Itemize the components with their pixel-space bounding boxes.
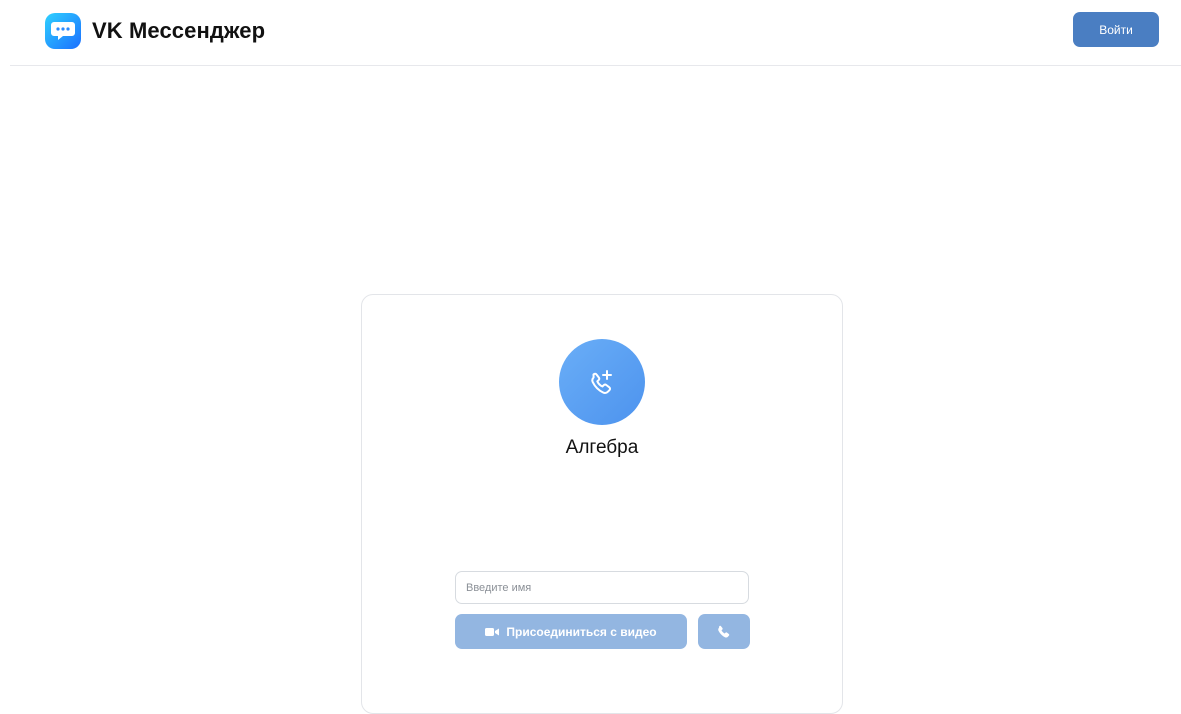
app-logo[interactable]: VK Мессенджер	[45, 13, 265, 49]
phone-icon	[718, 625, 730, 637]
top-bar: VK Мессенджер Войти	[0, 0, 1181, 66]
call-title: Алгебра	[565, 437, 639, 458]
phone-plus-icon	[591, 370, 612, 394]
join-with-video-label: Присоединиться с видео	[506, 624, 657, 639]
app-title: VK Мессенджер	[92, 18, 266, 43]
name-input[interactable]	[455, 571, 749, 604]
join-call-card: Алгебра Присоединиться с видео	[361, 294, 843, 714]
call-avatar	[559, 339, 645, 425]
vk-messenger-logo-icon	[45, 13, 81, 49]
header-divider	[10, 65, 1181, 66]
video-camera-icon	[485, 627, 500, 637]
join-audio-button[interactable]	[698, 614, 750, 649]
join-with-video-button[interactable]: Присоединиться с видео	[455, 614, 687, 649]
login-button[interactable]: Войти	[1073, 12, 1159, 47]
